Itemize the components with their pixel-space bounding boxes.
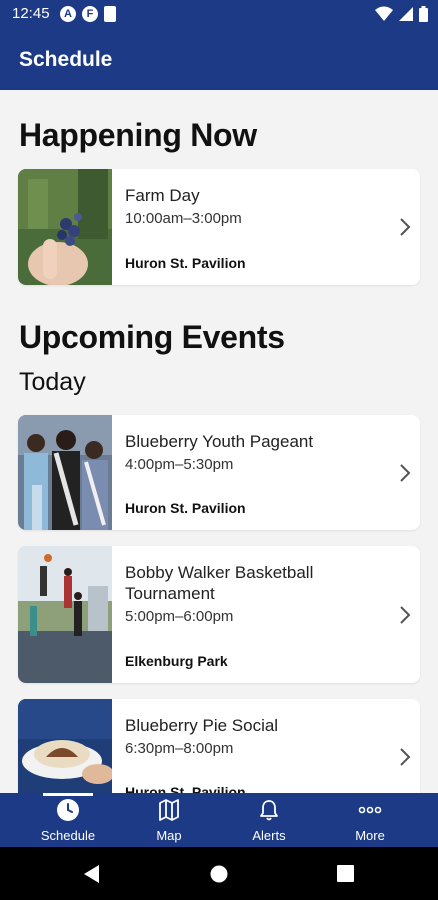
event-location: Huron St. Pavilion	[125, 255, 246, 271]
nav-active-indicator	[43, 793, 93, 796]
event-thumbnail	[18, 546, 112, 683]
chevron-right-icon	[400, 218, 411, 236]
happening-now-heading: Happening Now	[19, 117, 257, 153]
chevron-right-icon	[400, 464, 411, 482]
home-icon[interactable]	[210, 865, 228, 883]
event-title: Blueberry Pie Social	[125, 716, 279, 735]
more-dots-icon	[358, 806, 382, 814]
event-time: 10:00am–3:00pm	[125, 210, 242, 227]
nav-item-map[interactable]: Map	[119, 793, 219, 847]
event-time: 6:30pm–8:00pm	[125, 740, 234, 757]
page-title: Schedule	[19, 48, 113, 71]
event-location: Huron St. Pavilion	[125, 500, 246, 516]
nav-item-more[interactable]: More	[320, 793, 420, 847]
nav-label-map: Map	[156, 828, 182, 843]
event-title: Bobby Walker Basketball Tournament	[125, 563, 314, 603]
nav-label-schedule: Schedule	[40, 828, 96, 843]
signal-icon	[399, 7, 413, 21]
event-thumbnail	[18, 415, 112, 530]
a-badge-icon: A	[60, 6, 76, 22]
day-label: Today	[19, 368, 86, 396]
status-bar: 12:45 A F	[0, 0, 438, 30]
event-card-farm-day[interactable]: Farm Day 10:00am–3:00pm Huron St. Pavili…	[18, 169, 420, 285]
event-time: 4:00pm–5:30pm	[125, 456, 234, 473]
clock-icon	[57, 799, 79, 821]
sd-card-icon	[104, 6, 116, 22]
chevron-right-icon	[400, 748, 411, 766]
event-location: Huron St. Pavilion	[125, 784, 246, 793]
f-badge-icon: F	[82, 6, 98, 22]
app-bar: Schedule	[0, 30, 438, 90]
status-time: 12:45	[12, 5, 50, 22]
event-card-basketball-tournament[interactable]: Bobby Walker Basketball Tournament 5:00p…	[18, 546, 420, 683]
event-thumbnail	[18, 169, 112, 285]
bottom-navigation: Schedule Map Alerts More	[0, 793, 438, 847]
event-card-youth-pageant[interactable]: Blueberry Youth Pageant 4:00pm–5:30pm Hu…	[18, 415, 420, 530]
event-title: Farm Day	[125, 186, 200, 205]
event-location: Elkenburg Park	[125, 653, 228, 669]
schedule-content[interactable]: Happening Now Farm Day 10:00am–3:00pm Hu…	[0, 90, 438, 793]
status-notification-icons: A F	[60, 6, 116, 22]
chevron-right-icon	[400, 606, 411, 624]
back-icon[interactable]	[83, 864, 101, 884]
wifi-icon	[375, 6, 393, 21]
nav-label-alerts: Alerts	[252, 828, 286, 843]
event-thumbnail	[18, 699, 112, 793]
event-title: Blueberry Youth Pageant	[125, 432, 314, 451]
status-system-icons	[375, 6, 428, 22]
nav-item-schedule[interactable]: Schedule	[18, 793, 118, 847]
recents-icon[interactable]	[337, 865, 354, 882]
nav-label-more: More	[355, 828, 385, 843]
system-navigation-bar	[0, 847, 438, 900]
upcoming-events-heading: Upcoming Events	[19, 319, 285, 355]
bell-icon	[260, 800, 278, 821]
map-icon	[159, 799, 179, 821]
battery-icon	[419, 6, 428, 22]
event-time: 5:00pm–6:00pm	[125, 608, 234, 625]
nav-item-alerts[interactable]: Alerts	[219, 793, 319, 847]
event-card-pie-social[interactable]: Blueberry Pie Social 6:30pm–8:00pm Huron…	[18, 699, 420, 793]
